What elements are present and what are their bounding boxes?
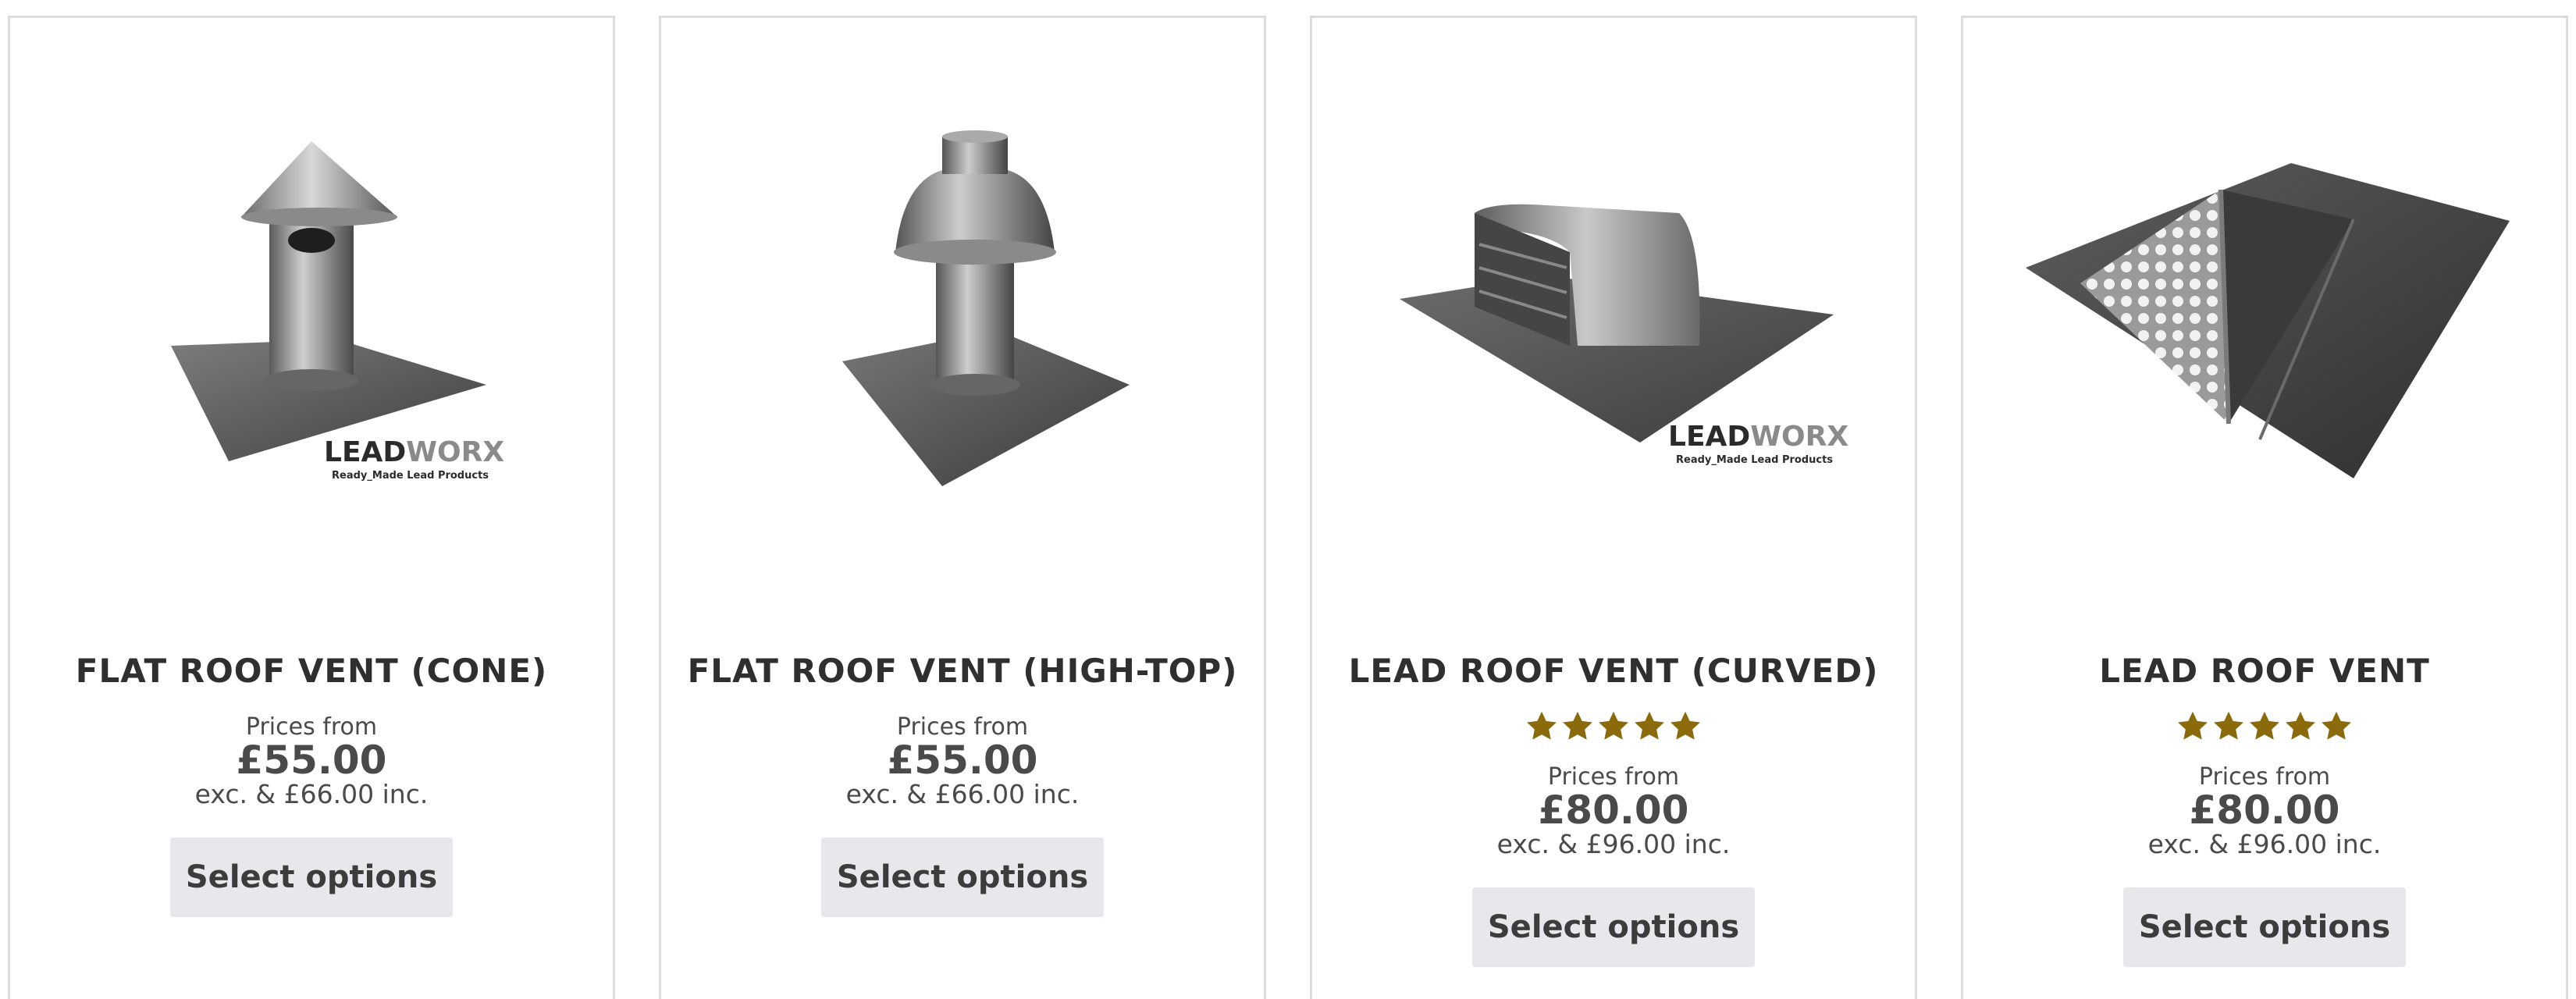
product-title[interactable]: FLAT ROOF VENT (CONE): [10, 652, 613, 691]
product-price: £55.00: [887, 738, 1038, 783]
star-icon: [1527, 711, 1557, 740]
prices-from-label: Prices from: [2198, 763, 2331, 791]
product-title[interactable]: LEAD ROOF VENT (CURVED): [1312, 652, 1915, 691]
product-grid: LEADWORX Ready_Made Lead Products FLAT R…: [0, 0, 2576, 999]
price-inc-vat: exc. & £96.00 inc.: [2147, 829, 2382, 859]
product-price: £80.00: [1538, 787, 1689, 833]
star-rating: [1312, 709, 1915, 747]
product-card: FLAT ROOF VENT (HIGH-TOP) Prices from £5…: [659, 16, 1266, 999]
select-options-button[interactable]: Select options: [821, 837, 1104, 917]
product-card: LEAD ROOF VENT Prices from £80.00 exc. &…: [1961, 16, 2568, 999]
product-title[interactable]: LEAD ROOF VENT: [1963, 652, 2566, 691]
high-top-roof-vent-image: [842, 130, 1130, 486]
star-icon: [2178, 711, 2208, 740]
cone-roof-vent-image: [171, 141, 486, 461]
product-image-link[interactable]: LEADWORX Ready_Made Lead Products: [10, 18, 613, 611]
star-icon: [1599, 711, 1628, 740]
star-icon: [1635, 711, 1664, 740]
star-icon: [2214, 711, 2243, 740]
select-options-button[interactable]: Select options: [1472, 887, 1755, 967]
select-options-button[interactable]: Select options: [2123, 887, 2406, 967]
star-icon: [1670, 711, 1700, 740]
prices-from-label: Prices from: [245, 713, 378, 741]
product-info: FLAT ROOF VENT (HIGH-TOP) Prices from £5…: [661, 652, 1264, 917]
product-title[interactable]: FLAT ROOF VENT (HIGH-TOP): [661, 652, 1264, 691]
triangular-roof-vent-image: [2026, 163, 2510, 478]
product-image-link[interactable]: LEADWORX Ready_Made Lead Products: [1312, 18, 1915, 611]
price-inc-vat: exc. & £66.00 inc.: [194, 779, 429, 809]
prices-from-label: Prices from: [896, 713, 1029, 741]
product-info: FLAT ROOF VENT (CONE) Prices from £55.00…: [10, 652, 613, 917]
star-icon: [2250, 711, 2279, 740]
price-inc-vat: exc. & £96.00 inc.: [1496, 829, 1731, 859]
prices-from-label: Prices from: [1547, 763, 1680, 791]
product-price: £80.00: [2189, 787, 2340, 833]
star-rating: [1963, 709, 2566, 747]
product-card: LEADWORX Ready_Made Lead Products LEAD R…: [1310, 16, 1917, 999]
star-icon: [2322, 711, 2351, 740]
product-image-link[interactable]: [661, 18, 1264, 611]
star-icon: [2286, 711, 2315, 740]
select-options-button[interactable]: Select options: [170, 837, 453, 917]
product-info: LEAD ROOF VENT (CURVED) Prices from £80.…: [1312, 652, 1915, 967]
price-inc-vat: exc. & £66.00 inc.: [845, 779, 1080, 809]
product-info: LEAD ROOF VENT Prices from £80.00 exc. &…: [1963, 652, 2566, 967]
curved-roof-vent-image: [1400, 204, 1834, 443]
product-card: LEADWORX Ready_Made Lead Products FLAT R…: [8, 16, 615, 999]
product-image-link[interactable]: [1963, 18, 2566, 611]
star-icon: [1563, 711, 1592, 740]
product-price: £55.00: [236, 738, 387, 783]
